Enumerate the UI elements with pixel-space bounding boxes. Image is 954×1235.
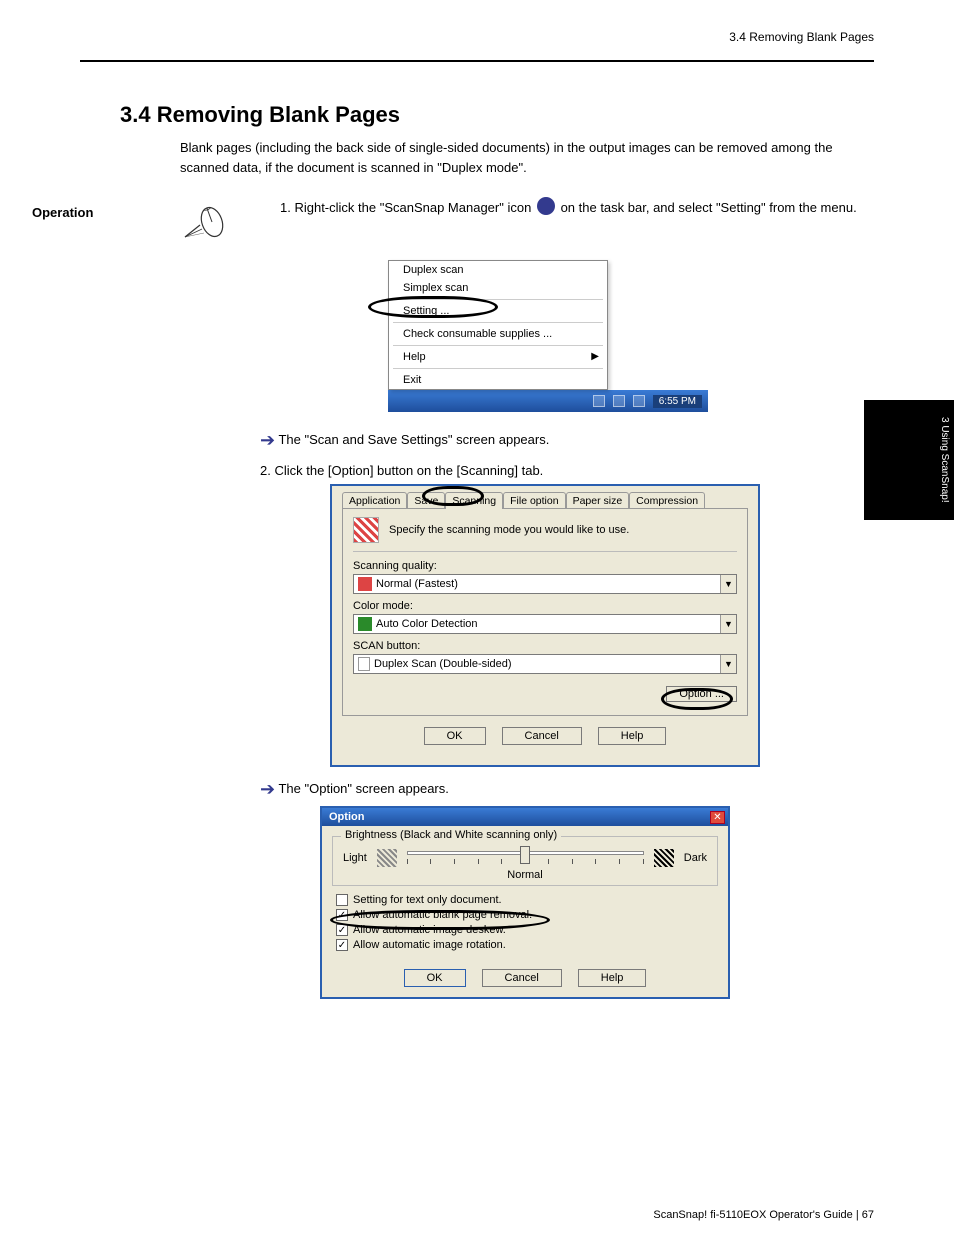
checkbox-blank-page-removal-label: Allow automatic blank page removal. [353, 909, 532, 921]
checkbox-text-only-label: Setting for text only document. [353, 894, 502, 906]
scanning-tab-pane: Specify the scanning mode you would like… [342, 508, 748, 716]
checkbox-text-only[interactable]: Setting for text only document. [336, 894, 714, 906]
tab-scanning[interactable]: Scanning [445, 492, 503, 509]
slider-thumb[interactable] [520, 846, 530, 864]
menu-exit[interactable]: Exit [389, 371, 607, 389]
mouse-icon [180, 197, 250, 252]
tab-paper-size[interactable]: Paper size [566, 492, 630, 509]
light-pattern-icon [377, 849, 397, 867]
brightness-group-title: Brightness (Black and White scanning onl… [341, 829, 561, 841]
option-dialog: Option ✕ Brightness (Black and White sca… [320, 806, 730, 999]
cancel-button[interactable]: Cancel [502, 727, 582, 745]
tray-icon-placeholder [537, 197, 555, 215]
tab-save[interactable]: Save [407, 492, 445, 509]
checkbox-deskew[interactable]: ✓ Allow automatic image deskew. [336, 924, 714, 936]
menu-setting[interactable]: Setting ... [389, 302, 607, 320]
dialog-tabs: Application Save Scanning File option Pa… [342, 492, 748, 509]
checkbox-blank-page-removal[interactable]: ✓ Allow automatic blank page removal. [336, 909, 714, 921]
help-button[interactable]: Help [598, 727, 667, 745]
ok-button[interactable]: OK [424, 727, 486, 745]
scanning-quality-label: Scanning quality: [353, 560, 737, 572]
help-button[interactable]: Help [578, 969, 647, 987]
option-title: Option [325, 811, 364, 823]
color-mode-value: Auto Color Detection [376, 618, 478, 630]
quality-icon [358, 577, 372, 591]
chapter-side-tab-label: 3 Using ScanSnap! [939, 408, 950, 512]
color-mode-label: Color mode: [353, 600, 737, 612]
ok-button[interactable]: OK [404, 969, 466, 987]
cancel-button[interactable]: Cancel [482, 969, 562, 987]
menu-help-label: Help [403, 351, 426, 363]
context-menu-screenshot: Duplex scan Simplex scan Setting ... Che… [388, 260, 708, 412]
light-label: Light [343, 852, 367, 864]
checkbox-icon: ✓ [336, 924, 348, 936]
brightness-group: Brightness (Black and White scanning onl… [332, 836, 718, 886]
option-titlebar: Option ✕ [322, 808, 728, 826]
menu-duplex-scan[interactable]: Duplex scan [389, 261, 607, 279]
checkbox-icon: ✓ [336, 909, 348, 921]
running-head: 3.4 Removing Blank Pages [729, 30, 874, 44]
menu-help[interactable]: Help ▶ [389, 348, 607, 366]
option-button[interactable]: Option ... [666, 686, 737, 702]
page-footer: ScanSnap! fi-5110EOX Operator's Guide | … [653, 1209, 874, 1221]
tab-compression[interactable]: Compression [629, 492, 705, 509]
taskbar: 6:55 PM [388, 390, 708, 412]
taskbar-clock: 6:55 PM [653, 395, 702, 408]
dark-pattern-icon [654, 849, 674, 867]
result-2-text: The "Option" screen appears. [278, 781, 448, 796]
result-2: ➔ The "Option" screen appears. [260, 779, 874, 800]
dropdown-arrow-icon: ▼ [720, 655, 736, 673]
result-1-text: The "Scan and Save Settings" screen appe… [278, 432, 549, 447]
tray-icon[interactable] [593, 395, 605, 407]
step-1-tail: on the task bar, and select "Setting" fr… [561, 200, 857, 215]
color-icon [358, 617, 372, 631]
scanning-quality-value: Normal (Fastest) [376, 578, 458, 590]
scan-button-label: SCAN button: [353, 640, 737, 652]
menu-check-supplies[interactable]: Check consumable supplies ... [389, 325, 607, 343]
pane-icon [353, 517, 379, 543]
section-title: 3.4 Removing Blank Pages [120, 102, 874, 128]
dropdown-arrow-icon: ▼ [720, 575, 736, 593]
tab-application[interactable]: Application [342, 492, 407, 509]
footer-label: ScanSnap! fi-5110EOX Operator's Guide [653, 1209, 852, 1221]
header-rule [80, 60, 874, 62]
checkbox-icon [336, 894, 348, 906]
scanning-quality-select[interactable]: Normal (Fastest) ▼ [353, 574, 737, 594]
step-1: 1. Right-click the "ScanSnap Manager" ic… [250, 197, 857, 218]
pane-description: Specify the scanning mode you would like… [389, 524, 629, 536]
tab-file-option[interactable]: File option [503, 492, 565, 509]
page-icon [358, 657, 370, 671]
close-button[interactable]: ✕ [710, 811, 725, 824]
chapter-side-tab: 3 Using ScanSnap! [864, 400, 954, 520]
checkbox-icon: ✓ [336, 939, 348, 951]
checkbox-rotation[interactable]: ✓ Allow automatic image rotation. [336, 939, 714, 951]
dark-label: Dark [684, 852, 707, 864]
tray-icon[interactable] [633, 395, 645, 407]
checkbox-deskew-label: Allow automatic image deskew. [353, 924, 506, 936]
color-mode-select[interactable]: Auto Color Detection ▼ [353, 614, 737, 634]
brightness-slider[interactable] [407, 845, 644, 871]
checkbox-rotation-label: Allow automatic image rotation. [353, 939, 506, 951]
result-1: ➔ The "Scan and Save Settings" screen ap… [260, 430, 874, 451]
intro-text: Blank pages (including the back side of … [180, 138, 854, 177]
submenu-arrow-icon: ▶ [591, 351, 599, 362]
scan-button-select[interactable]: Duplex Scan (Double-sided) ▼ [353, 654, 737, 674]
scan-button-value: Duplex Scan (Double-sided) [374, 658, 512, 670]
menu-simplex-scan[interactable]: Simplex scan [389, 279, 607, 297]
operation-label: Operation [32, 205, 93, 220]
context-menu: Duplex scan Simplex scan Setting ... Che… [388, 260, 608, 390]
arrow-icon: ➔ [260, 430, 275, 450]
step-2: 2. Click the [Option] button on the [Sca… [260, 463, 874, 478]
arrow-icon: ➔ [260, 779, 275, 799]
tray-icon[interactable] [613, 395, 625, 407]
page-number: 67 [862, 1209, 874, 1221]
dropdown-arrow-icon: ▼ [720, 615, 736, 633]
settings-dialog: Application Save Scanning File option Pa… [330, 484, 760, 767]
step-1-lead: 1. Right-click the "ScanSnap Manager" ic… [280, 200, 531, 215]
